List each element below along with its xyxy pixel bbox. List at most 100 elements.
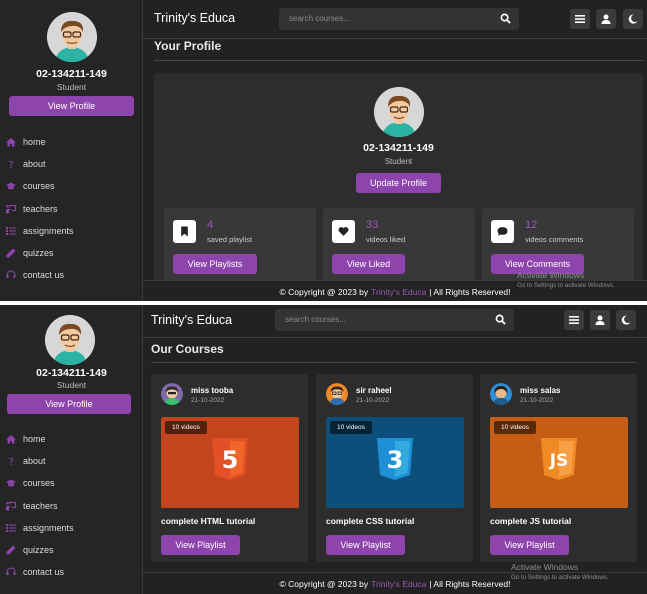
graduation-cap-icon: [4, 181, 18, 191]
pen-icon: [4, 545, 18, 555]
sidebar-item-about[interactable]: ? about: [4, 450, 140, 472]
course-thumbnail[interactable]: 10 videos 3: [326, 417, 464, 508]
sidebar-item-label: assignments: [23, 522, 74, 533]
chalkboard-teacher-icon: [4, 204, 18, 214]
stat-label: videos comments: [525, 235, 584, 244]
view-profile-button[interactable]: View Profile: [7, 394, 131, 414]
user-id: 02-134211-149: [36, 367, 107, 379]
profile-id: 02-134211-149: [363, 142, 434, 154]
footer-brand-link[interactable]: Trinity's Educa: [371, 579, 426, 589]
sidebar-item-about[interactable]: ? about: [4, 153, 140, 175]
chalkboard-teacher-icon: [4, 501, 18, 511]
brand-logo[interactable]: Trinity's Educa: [151, 313, 232, 327]
sidebar-item-teachers[interactable]: teachers: [4, 198, 140, 220]
course-title[interactable]: complete JS tutorial: [490, 516, 571, 526]
course-thumbnail[interactable]: 10 videos 5: [161, 417, 299, 508]
view-playlists-button[interactable]: View Playlists: [173, 254, 257, 274]
user-id: 02-134211-149: [36, 68, 107, 80]
tutor-name: miss salas: [520, 386, 561, 395]
search-icon[interactable]: [500, 13, 511, 24]
brand-logo[interactable]: Trinity's Educa: [154, 11, 235, 25]
sidebar-item-home[interactable]: home: [4, 428, 140, 450]
sidebar-item-courses[interactable]: courses: [4, 175, 140, 197]
sidebar-item-teachers[interactable]: teachers: [4, 495, 140, 517]
stat-label: saved playlist: [207, 235, 253, 244]
footer-brand-link[interactable]: Trinity's Educa: [371, 287, 426, 297]
sidebar-item-label: home: [23, 434, 46, 445]
tutor-name: miss tooba: [191, 386, 234, 395]
footer-rights: | All Rights Reserved!: [429, 286, 511, 297]
courses-page-screenshot: 02-134211-149 Student View Profile home …: [0, 305, 647, 594]
sidebar-item-label: about: [23, 456, 46, 467]
sidebar-item-label: contact us: [23, 567, 65, 578]
sidebar-nav: home ? about courses teachers assignment…: [4, 131, 140, 286]
sidebar-item-label: about: [23, 159, 46, 170]
footer-copyright: © Copyright @ 2023 by: [279, 578, 369, 589]
stat-value: 12: [525, 219, 538, 231]
sidebar-item-contact[interactable]: contact us: [4, 561, 140, 583]
question-icon: ?: [4, 159, 18, 169]
user-role: Student: [56, 380, 87, 390]
theme-toggle-button[interactable]: [623, 9, 643, 29]
search-input[interactable]: search courses...: [275, 309, 514, 331]
menu-button[interactable]: [570, 9, 590, 29]
title-divider: [151, 362, 637, 363]
course-card-js: miss salas 21-10-2022 10 videos JS compl…: [480, 374, 637, 562]
stat-label: videos liked: [366, 235, 406, 244]
course-thumbnail[interactable]: 10 videos JS: [490, 417, 628, 508]
theme-toggle-button[interactable]: [616, 310, 636, 330]
user-icon: [595, 315, 605, 325]
moon-icon: [621, 315, 631, 325]
menu-icon: [569, 316, 579, 324]
tutor-avatar-illustration: [490, 383, 512, 405]
search-input[interactable]: search courses...: [279, 8, 519, 30]
sidebar-item-quizzes[interactable]: quizzes: [4, 242, 140, 264]
footer-copyright: © Copyright @ 2023 by: [279, 286, 369, 297]
sidebar-item-label: teachers: [23, 500, 58, 511]
avatar-illustration: [374, 87, 424, 137]
svg-text:?: ?: [9, 457, 14, 466]
video-count-badge: 10 videos: [165, 421, 207, 434]
title-divider: [154, 60, 643, 61]
question-icon: ?: [4, 456, 18, 466]
menu-button[interactable]: [564, 310, 584, 330]
search-placeholder: search courses...: [289, 14, 350, 23]
sidebar: 02-134211-149 Student View Profile home …: [0, 305, 143, 594]
user-button[interactable]: [590, 310, 610, 330]
view-playlist-button[interactable]: View Playlist: [161, 535, 240, 555]
sidebar-nav: home ? about courses teachers assignment…: [4, 428, 140, 583]
page-title: Our Courses: [151, 342, 224, 356]
profile-panel: 02-134211-149 Student Update Profile 4 s…: [154, 73, 643, 301]
search-icon[interactable]: [495, 314, 506, 325]
bookmark-icon: [173, 220, 196, 243]
update-profile-button[interactable]: Update Profile: [356, 173, 441, 193]
sidebar-item-contact[interactable]: contact us: [4, 264, 140, 286]
page-title: Your Profile: [154, 39, 222, 53]
sidebar-item-label: assignments: [23, 225, 74, 236]
course-title[interactable]: complete HTML tutorial: [161, 516, 255, 526]
stat-value: 4: [207, 219, 214, 231]
sidebar-item-assignments[interactable]: assignments: [4, 220, 140, 242]
course-title[interactable]: complete CSS tutorial: [326, 516, 414, 526]
sidebar-item-label: quizzes: [23, 545, 54, 556]
sidebar-item-home[interactable]: home: [4, 131, 140, 153]
sidebar-item-courses[interactable]: courses: [4, 472, 140, 494]
view-playlist-button[interactable]: View Playlist: [326, 535, 405, 555]
video-count-badge: 10 videos: [494, 421, 536, 434]
avatar: [47, 12, 97, 62]
tutor-avatar: [161, 383, 183, 405]
view-profile-button[interactable]: View Profile: [9, 96, 134, 116]
activate-windows-subtitle: Go to Settings to activate Windows.: [517, 282, 615, 289]
view-playlist-button[interactable]: View Playlist: [490, 535, 569, 555]
user-button[interactable]: [596, 9, 616, 29]
logo-label: 5: [222, 446, 239, 474]
view-liked-button[interactable]: View Liked: [332, 254, 405, 274]
profile-role: Student: [384, 157, 413, 166]
avatar-illustration: [45, 315, 95, 365]
sidebar-item-assignments[interactable]: assignments: [4, 517, 140, 539]
sidebar-item-label: courses: [23, 181, 55, 192]
sidebar-item-quizzes[interactable]: quizzes: [4, 539, 140, 561]
headset-icon: [4, 270, 18, 280]
sidebar-item-label: home: [23, 137, 46, 148]
stat-value: 33: [366, 219, 379, 231]
